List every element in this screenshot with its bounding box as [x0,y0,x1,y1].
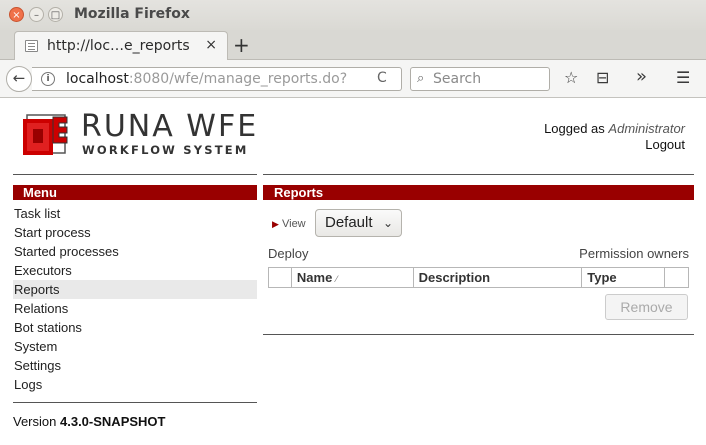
menu-item-started-processes[interactable]: Started processes [13,242,257,261]
menu-item-executors[interactable]: Executors [13,261,257,280]
search-icon: ⌕ [417,71,425,86]
sidebar-menu: Task list Start process Started processe… [13,204,257,394]
logo-title: RUNA WFE [81,109,259,144]
table-header-row: Name ⁄ Description Type [268,267,689,288]
page-icon [25,40,38,52]
tab-close-icon[interactable]: × [205,37,217,53]
page-content: RUNA WFE WORKFLOW SYSTEM Logged as Admin… [0,98,706,445]
reports-table: Name ⁄ Description Type [268,267,689,288]
divider [13,402,257,403]
reading-list-icon[interactable]: ⊟ [596,68,609,87]
window-maximize-button[interactable]: □ [48,7,63,22]
tab-title: http://loc…e_reports [47,38,190,54]
column-description[interactable]: Description [412,267,583,288]
window-minimize-button[interactable]: – [29,7,44,22]
menu-item-reports[interactable]: Reports [13,280,257,299]
view-toggle[interactable]: ▶ View [272,218,306,230]
search-box[interactable]: ⌕ [410,67,550,91]
view-select[interactable]: Default ⌄ [315,209,402,237]
version-info: Version 4.3.0-SNAPSHOT [13,414,166,429]
tab-strip: http://loc…e_reports × [0,30,706,61]
menu-item-settings[interactable]: Settings [13,356,257,375]
divider [263,174,694,175]
divider [13,174,257,175]
logged-as-label: Logged as [544,121,605,136]
logo-subtitle: WORKFLOW SYSTEM [82,143,249,157]
menu-item-start-process[interactable]: Start process [13,223,257,242]
reports-header: Reports [263,185,694,200]
logout-link[interactable]: Logout [544,137,685,153]
menu-item-task-list[interactable]: Task list [13,204,257,223]
select-all-header[interactable] [268,267,292,288]
chevron-down-icon: ⌄ [382,216,393,230]
menu-header: Menu [13,185,257,200]
window-close-button[interactable]: × [9,7,24,22]
new-tab-button[interactable]: + [233,33,250,57]
sort-icon: ⁄ [335,274,338,284]
window-titlebar: × – □ Mozilla Firefox [0,0,706,30]
remove-button[interactable]: Remove [605,294,688,320]
reload-icon[interactable]: C [377,70,387,86]
menu-item-bot-stations[interactable]: Bot stations [13,318,257,337]
window-title: Mozilla Firefox [74,6,190,22]
deploy-link[interactable]: Deploy [268,246,308,261]
url-bar[interactable]: i localhost:8080/wfe/manage_reports.do? … [32,67,402,91]
site-info-icon[interactable]: i [41,72,55,86]
browser-tab[interactable]: http://loc…e_reports × [14,31,228,61]
search-input[interactable] [433,70,545,88]
divider [263,334,694,335]
url-text[interactable]: localhost:8080/wfe/manage_reports.do? [66,71,347,87]
expand-arrow-icon: ▶ [272,219,279,229]
column-type[interactable]: Type [581,267,666,288]
back-button[interactable]: ← [6,66,32,92]
user-info: Logged as Administrator Logout [544,121,685,153]
user-name[interactable]: Administrator [608,121,685,136]
runa-logo-icon [23,114,68,155]
hamburger-menu-icon[interactable]: ☰ [676,68,690,87]
column-extra [664,267,689,288]
menu-item-system[interactable]: System [13,337,257,356]
bookmark-star-icon[interactable]: ☆ [564,68,578,87]
permission-owners-link[interactable]: Permission owners [579,246,689,261]
column-name[interactable]: Name ⁄ [290,267,414,288]
overflow-chevron-icon[interactable]: » [636,66,647,87]
menu-item-logs[interactable]: Logs [13,375,257,394]
menu-item-relations[interactable]: Relations [13,299,257,318]
